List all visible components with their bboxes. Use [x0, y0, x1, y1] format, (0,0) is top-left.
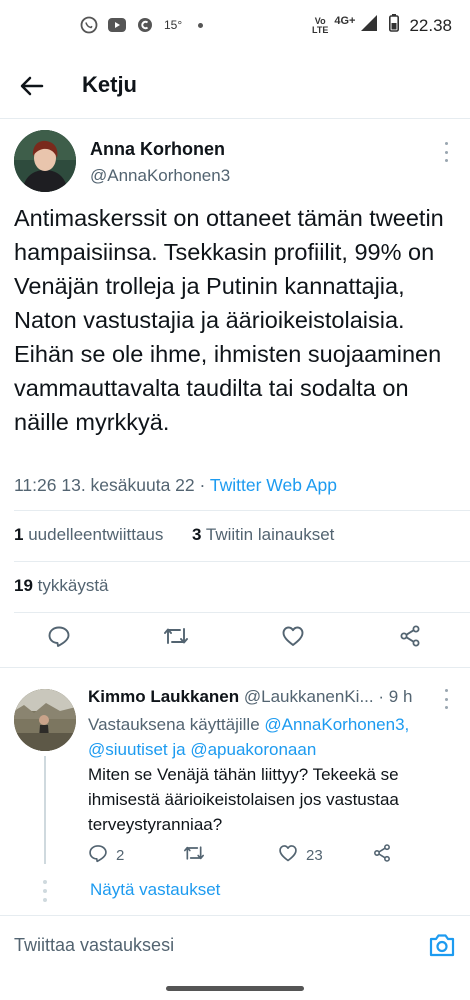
- c-app-icon: [136, 16, 154, 34]
- battery-icon: [389, 14, 400, 37]
- weather-temperature: 15°: [164, 18, 183, 32]
- thread-continuation-dots: [43, 880, 47, 902]
- likes-divider: [14, 612, 470, 613]
- tweet-more-options-icon[interactable]: [443, 142, 449, 162]
- retweets-label: uudelleentwiittaus: [28, 525, 164, 544]
- youtube-icon: [108, 16, 126, 34]
- whatsapp-icon: [80, 16, 98, 34]
- app-header: Ketju: [0, 60, 470, 112]
- main-tweet-divider: [0, 667, 470, 668]
- status-bar-notifications: 15°: [80, 16, 204, 34]
- reply-reply-action[interactable]: 2: [88, 843, 124, 867]
- tweet-text: Antimaskerssit on ottaneet tämän tweetin…: [14, 205, 444, 435]
- retweets-stat[interactable]: 1 uudelleentwiittaus: [14, 525, 163, 545]
- likes-stat[interactable]: 19 tykkäystä: [14, 576, 109, 596]
- tweet-meta: 11:26 13. kesäkuuta 22 · Twitter Web App: [14, 475, 337, 496]
- mention-apuakoronaan[interactable]: @apuakoronaan: [190, 740, 316, 759]
- mention-annakorhonen3[interactable]: @AnnaKorhonen3,: [264, 715, 409, 734]
- likes-label: tykkäystä: [37, 576, 109, 595]
- quotes-stat[interactable]: 3 Twiitin lainaukset: [192, 525, 334, 545]
- reply-retweet-icon: [183, 843, 205, 867]
- author-handle[interactable]: @AnnaKorhonen3: [90, 166, 230, 186]
- reply-share-action[interactable]: [372, 843, 392, 867]
- reply-like-action[interactable]: 23: [278, 843, 323, 867]
- reply-composer: [0, 916, 470, 976]
- clock: 22.38: [409, 15, 452, 35]
- more-notifications-dot: [198, 22, 204, 28]
- reply-text: Miten se Venäjä tähän liittyy? Tekeekä s…: [88, 765, 399, 834]
- reply-time: 9 h: [388, 687, 413, 706]
- reply-retweet-action[interactable]: [183, 843, 205, 867]
- replying-to: Vastauksena käyttäjille @AnnaKorhonen3, …: [88, 712, 448, 762]
- status-bar: 15° Vo LTE 4G+ 22.38: [0, 0, 470, 52]
- header-divider: [0, 118, 470, 119]
- volte-label-bottom: LTE: [312, 24, 329, 35]
- like-icon[interactable]: [281, 624, 307, 650]
- stats-divider: [14, 561, 470, 562]
- signal-icon: [361, 15, 378, 36]
- reply-header[interactable]: Kimmo Laukkanen @LaukkanenKi... · 9 h: [88, 687, 438, 707]
- camera-icon[interactable]: [428, 932, 456, 958]
- meta-divider: [14, 510, 470, 511]
- retweets-count: 1: [14, 525, 24, 544]
- mention-siuutiset[interactable]: @siuutiset: [88, 740, 168, 759]
- reply-author-name: Kimmo Laukkanen: [88, 687, 240, 706]
- author-avatar[interactable]: [14, 130, 76, 192]
- quotes-count: 3: [192, 525, 202, 544]
- retweet-icon[interactable]: [163, 624, 189, 650]
- status-bar-system: Vo LTE 4G+ 22.38: [312, 14, 452, 37]
- reply-reply-icon: [88, 843, 108, 867]
- reply-share-icon: [372, 843, 392, 867]
- reply-icon[interactable]: [47, 624, 73, 650]
- reply-like-count: 23: [306, 846, 323, 864]
- replying-to-prefix: Vastauksena käyttäjille: [88, 715, 260, 734]
- meta-separator: ·: [199, 475, 206, 495]
- quotes-label: Twiitin lainaukset: [205, 525, 335, 544]
- reply-separator: ·: [378, 687, 385, 706]
- mention-conjunction: ja: [172, 740, 186, 759]
- author-name[interactable]: Anna Korhonen: [90, 139, 225, 160]
- tweet-actions: [0, 624, 470, 654]
- reply-author-handle: @LaukkanenKi...: [243, 687, 374, 706]
- back-arrow-icon[interactable]: [18, 72, 46, 100]
- show-replies-link[interactable]: Näytä vastaukset: [90, 880, 220, 900]
- share-icon[interactable]: [398, 624, 424, 650]
- reply-like-icon: [278, 843, 298, 867]
- network-type: 4G+: [334, 15, 356, 27]
- reply-input[interactable]: [14, 930, 414, 960]
- tweet-source-app[interactable]: Twitter Web App: [210, 475, 337, 495]
- reply-author-avatar[interactable]: [14, 689, 76, 751]
- likes-count: 19: [14, 576, 33, 595]
- page-title: Ketju: [82, 72, 137, 97]
- tweet-timestamp: 11:26 13. kesäkuuta 22: [14, 475, 195, 495]
- volte-indicator: Vo LTE: [312, 16, 329, 35]
- reply-more-options-icon[interactable]: [443, 689, 449, 709]
- reply-reply-count: 2: [116, 846, 125, 864]
- thread-line: [44, 756, 46, 864]
- home-indicator: [166, 986, 304, 991]
